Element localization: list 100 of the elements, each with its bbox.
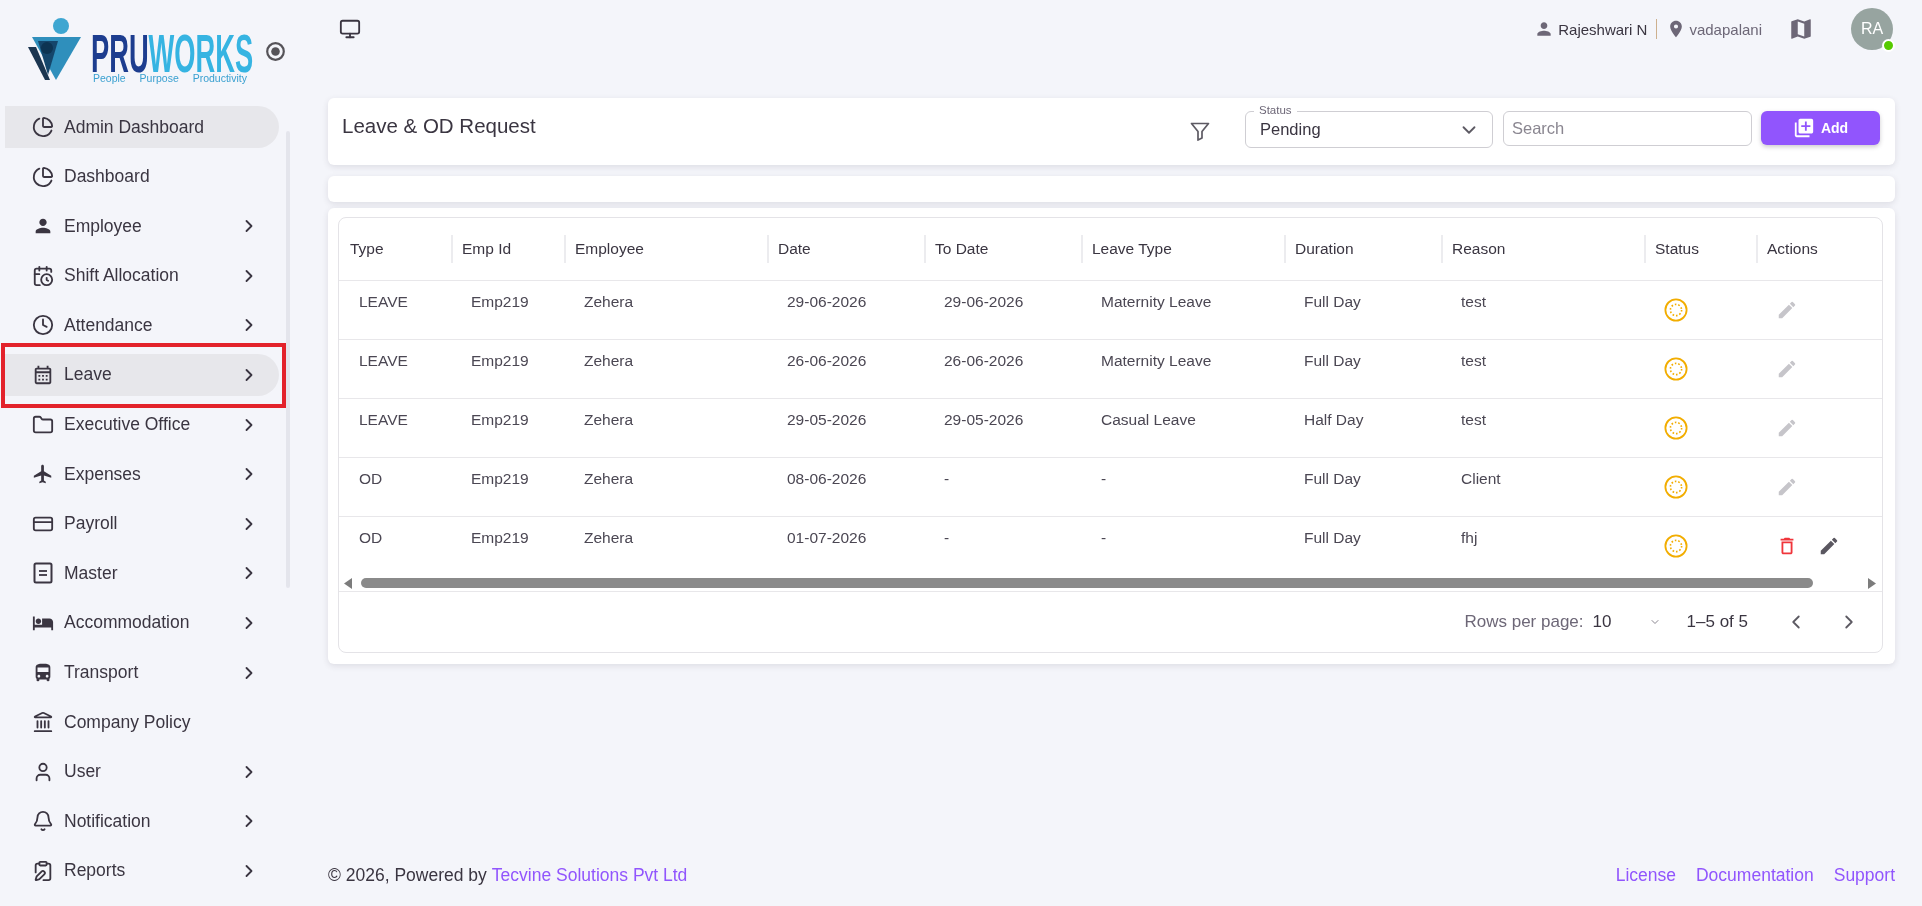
table-cell-text: Full Day <box>1303 292 1362 312</box>
table-cell-text: Zehera <box>583 528 635 548</box>
table-cell-text: Emp219 <box>470 292 530 312</box>
page-title: Leave & OD Request <box>342 114 537 138</box>
add-button[interactable]: Add <box>1761 111 1880 145</box>
search-field[interactable]: Search <box>1503 111 1752 146</box>
table-cell-text: Zehera <box>583 351 635 371</box>
footer-link[interactable]: Support <box>1833 864 1895 886</box>
table-cell-text: 29-05-2026 <box>786 410 868 430</box>
table-cell-text: 29-06-2026 <box>786 292 868 312</box>
column-header: Employee <box>564 218 767 280</box>
bell-icon <box>32 810 54 833</box>
monitor-icon[interactable] <box>339 18 361 40</box>
document-icon <box>33 562 53 585</box>
table-cell-text: - <box>943 528 951 548</box>
filter-icon[interactable] <box>1189 120 1211 142</box>
nav-item[interactable]: Payroll <box>5 502 279 545</box>
table-cell-text: Full Day <box>1303 469 1362 489</box>
table-cell-text: Zehera <box>583 292 635 312</box>
column-header: Status <box>1644 218 1756 280</box>
column-header: Actions <box>1756 218 1882 280</box>
scrollbar-thumb[interactable] <box>361 578 1813 588</box>
table-cell-text: OD <box>358 528 384 548</box>
map-icon[interactable] <box>1788 16 1814 42</box>
column-header: Leave Type <box>1081 218 1284 280</box>
logo-icon <box>28 17 82 81</box>
folder-icon <box>32 413 54 436</box>
table-cell-text: Half Day <box>1303 410 1365 430</box>
pencil-icon[interactable] <box>1818 535 1840 557</box>
table-cell-text: 01-07-2026 <box>786 528 868 548</box>
footer-link[interactable]: Documentation <box>1696 864 1814 886</box>
table-cell-text: Client <box>1460 469 1502 489</box>
copyright-text: © 2026, Powered by Tecvine Solutions Pvt Ltd <box>328 864 688 886</box>
nav-item[interactable]: Reports <box>5 849 279 892</box>
table-cell-text: test <box>1460 410 1487 430</box>
nav-item[interactable]: Employee <box>5 205 279 248</box>
pie-chart-icon <box>32 165 54 188</box>
nav-item[interactable]: User <box>5 750 279 793</box>
rows-per-page-label: Rows per page: <box>1464 612 1584 632</box>
table-cell-text: 29-05-2026 <box>943 410 1025 430</box>
table-cell-text: - <box>943 469 951 489</box>
nav-item[interactable]: Shift Allocation <box>5 254 279 297</box>
table-cell-text: Emp219 <box>470 528 530 548</box>
nav-item[interactable]: Notification <box>5 800 279 843</box>
nav-item[interactable]: Attendance <box>5 304 279 347</box>
calendar-clock-icon <box>32 264 54 287</box>
table-cell-text: Casual Leave <box>1100 410 1197 430</box>
table-cell-text: test <box>1460 292 1487 312</box>
page-range: 1–5 of 5 <box>1686 612 1748 632</box>
triangle-right-icon[interactable] <box>1868 577 1876 589</box>
nav-item[interactable]: Expenses <box>5 453 279 496</box>
nav-item[interactable]: Executive Office <box>5 403 279 446</box>
table-cell-text: - <box>1100 528 1108 548</box>
pie-chart-icon <box>32 116 54 138</box>
nav-item[interactable]: Company Policy <box>5 701 279 744</box>
table-cell-text: test <box>1460 351 1487 371</box>
table-cell-text: 26-06-2026 <box>943 351 1025 371</box>
location-text: vadapalani <box>1689 20 1762 38</box>
company-link[interactable]: Tecvine Solutions Pvt Ltd <box>491 864 688 885</box>
building-icon <box>32 711 54 734</box>
rows-per-page-select[interactable]: 10 <box>1592 612 1665 632</box>
nav-item[interactable]: Accommodation <box>5 601 279 644</box>
table-cell-text: OD <box>358 469 384 489</box>
table-cell-text: LEAVE <box>358 410 409 430</box>
column-header: Duration <box>1284 218 1441 280</box>
table-cell-text: Maternity Leave <box>1100 351 1213 371</box>
column-header: To Date <box>924 218 1081 280</box>
table-cell-text: LEAVE <box>358 351 409 371</box>
column-header: Reason <box>1441 218 1644 280</box>
table-cell-text: Full Day <box>1303 351 1362 371</box>
nav-item[interactable]: Transport <box>5 651 279 694</box>
clipboard-icon <box>32 859 54 882</box>
table-cell-text: LEAVE <box>358 292 409 312</box>
nav-item[interactable]: Dashboard <box>5 155 279 198</box>
table-cell-text: 29-06-2026 <box>943 292 1025 312</box>
table-cell-text: Emp219 <box>470 469 530 489</box>
table-cell-text: - <box>1100 469 1108 489</box>
add-icon <box>1792 117 1815 139</box>
table-cell-text: Zehera <box>583 469 635 489</box>
table-cell-text: Emp219 <box>470 351 530 371</box>
table-cell-text: 26-06-2026 <box>786 351 868 371</box>
logo-wordmark: PRUWORKS <box>91 33 254 73</box>
logo-tagline: People Purpose Productivity <box>93 73 247 84</box>
table-cell-text: Zehera <box>583 410 635 430</box>
user-name: Rajeshwari N <box>1558 20 1648 38</box>
table-cell-text: 08-06-2026 <box>786 469 868 489</box>
nav-item[interactable]: Admin Dashboard <box>5 106 279 148</box>
column-header: Emp Id <box>451 218 564 280</box>
nav-item[interactable]: Master <box>5 552 279 595</box>
column-header: Type <box>349 239 385 259</box>
triangle-left-icon[interactable] <box>344 577 352 589</box>
nav-item[interactable]: Leave <box>5 353 279 396</box>
table-cell-text: Emp219 <box>470 410 530 430</box>
clock-icon <box>32 314 54 337</box>
table-cell-text: Full Day <box>1303 528 1362 548</box>
status-label: Status <box>1254 104 1297 117</box>
dot-circle-icon <box>266 42 285 61</box>
table-cell-text: Maternity Leave <box>1100 292 1213 312</box>
column-header: Date <box>767 218 924 280</box>
footer-link[interactable]: License <box>1615 864 1676 886</box>
